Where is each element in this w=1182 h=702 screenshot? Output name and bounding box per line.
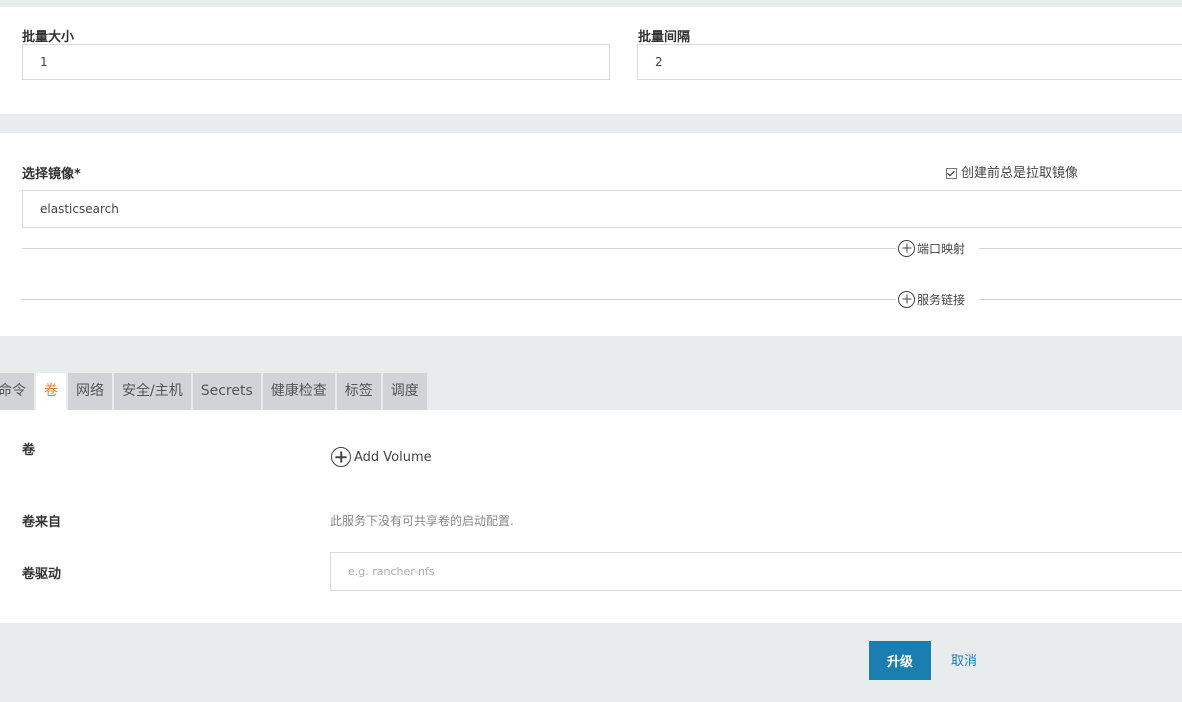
tab-secrets[interactable]: Secrets bbox=[192, 373, 261, 410]
batch-interval-label: 批量间隔 bbox=[638, 30, 691, 45]
config-tabs: 命令 卷 网络 安全/主机 Secrets 健康检查 标签 调度 bbox=[0, 373, 429, 410]
tab-command[interactable]: 命令 bbox=[0, 373, 34, 410]
always-pull-option[interactable]: 创建前总是拉取镜像 bbox=[946, 162, 1078, 181]
batch-panel: 批量大小 批量间隔 bbox=[0, 7, 1182, 114]
add-circle-icon bbox=[331, 447, 351, 467]
volumes-panel: 卷 Add Volume 卷来自 此服务下没有可共享卷的启动配置. 卷驱动 bbox=[0, 410, 1182, 623]
add-service-link-button[interactable]: 服务链接 bbox=[896, 289, 980, 309]
add-volume-label: Add Volume bbox=[354, 449, 432, 465]
volume-driver-input[interactable] bbox=[330, 552, 1182, 591]
tab-labels[interactable]: 标签 bbox=[336, 373, 381, 410]
batch-size-input[interactable] bbox=[22, 44, 610, 80]
add-circle-icon bbox=[898, 239, 915, 257]
volumes-label: 卷 bbox=[22, 443, 36, 458]
always-pull-checkbox[interactable] bbox=[946, 168, 957, 179]
cancel-button[interactable]: 取消 bbox=[951, 650, 977, 669]
image-label: 选择镜像* bbox=[22, 167, 81, 182]
tab-security-host[interactable]: 安全/主机 bbox=[114, 373, 191, 410]
always-pull-label: 创建前总是拉取镜像 bbox=[961, 166, 1079, 181]
add-port-mapping-button[interactable]: 端口映射 bbox=[896, 238, 980, 258]
tab-scheduling[interactable]: 调度 bbox=[382, 373, 427, 410]
batch-size-label: 批量大小 bbox=[22, 30, 75, 45]
image-input[interactable] bbox=[22, 190, 1182, 228]
service-link-divider bbox=[22, 299, 1182, 300]
service-link-label: 服务链接 bbox=[917, 292, 966, 307]
image-panel: 选择镜像* 创建前总是拉取镜像 端口映射 服务链接 bbox=[0, 133, 1182, 336]
port-mapping-label: 端口映射 bbox=[917, 241, 966, 256]
port-mapping-divider bbox=[22, 248, 1182, 249]
batch-interval-input[interactable] bbox=[637, 44, 1182, 80]
tab-network[interactable]: 网络 bbox=[68, 373, 112, 410]
upgrade-button[interactable]: 升级 bbox=[869, 641, 931, 680]
tab-volumes[interactable]: 卷 bbox=[36, 373, 66, 410]
volume-driver-label: 卷驱动 bbox=[22, 567, 62, 582]
add-volume-button[interactable]: Add Volume bbox=[329, 447, 434, 467]
volumes-from-text: 此服务下没有可共享卷的启动配置. bbox=[330, 514, 514, 528]
add-circle-icon bbox=[898, 290, 915, 308]
tab-health-check[interactable]: 健康检查 bbox=[262, 373, 335, 410]
volumes-from-label: 卷来自 bbox=[22, 515, 62, 530]
